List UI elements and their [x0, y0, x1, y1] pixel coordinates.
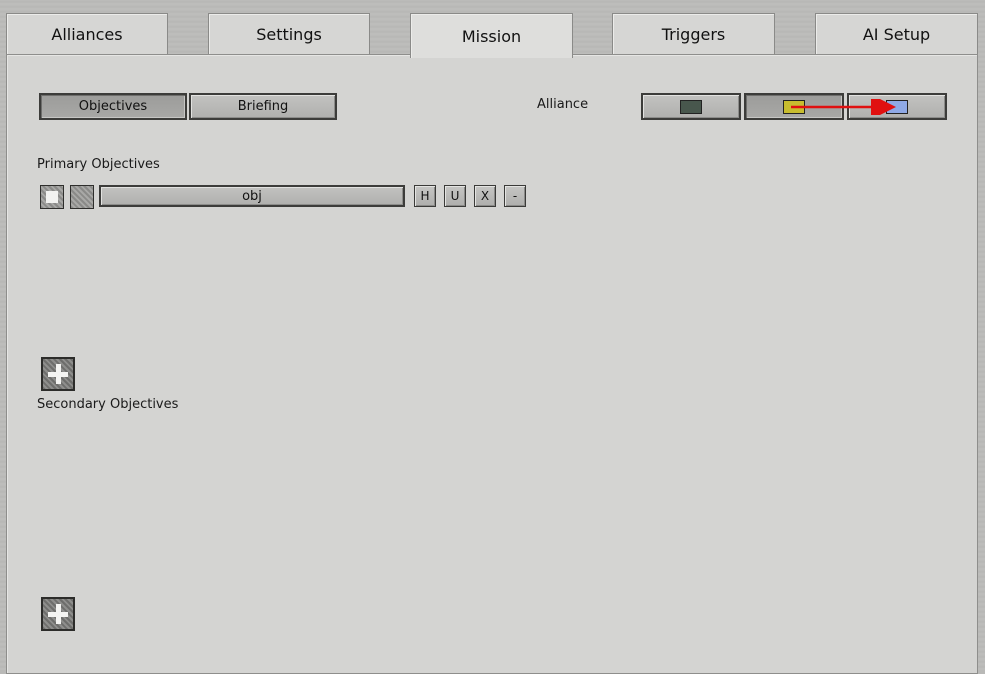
tab-label: Alliances — [51, 24, 123, 44]
tab-alliances[interactable]: Alliances — [6, 13, 168, 54]
alliance-label: Alliance — [537, 97, 589, 112]
tab-label: Mission — [461, 26, 522, 46]
tab-mission[interactable]: Mission — [410, 13, 573, 58]
objectives-subtab-button[interactable]: Objectives — [39, 93, 187, 120]
briefing-subtab-label: Briefing — [237, 99, 289, 114]
objective-state-toggle[interactable] — [70, 185, 94, 209]
u-label: U — [450, 189, 460, 203]
checkbox-mark — [46, 191, 58, 203]
tab-label: Triggers — [661, 24, 726, 44]
objective-text: obj — [242, 188, 262, 204]
briefing-subtab-button[interactable]: Briefing — [189, 93, 337, 120]
objective-remove-button[interactable]: - — [504, 185, 526, 207]
mission-panel: Objectives Briefing Alliance Primary Obj… — [6, 54, 978, 674]
minus-label: - — [512, 189, 518, 203]
objective-x-button[interactable]: X — [474, 185, 496, 207]
objectives-subtab-label: Objectives — [78, 99, 148, 114]
objective-checkbox[interactable] — [40, 185, 64, 209]
tab-label: AI Setup — [862, 24, 931, 44]
alliance-button-1[interactable] — [641, 93, 741, 120]
h-label: H — [420, 189, 430, 203]
add-primary-objective-button[interactable] — [41, 357, 75, 391]
tab-settings[interactable]: Settings — [208, 13, 370, 54]
alliance-swatch-1 — [680, 99, 702, 114]
x-label: X — [480, 189, 490, 203]
objective-text-field[interactable]: obj — [99, 185, 405, 207]
arrow-icon — [791, 99, 896, 115]
primary-objectives-heading: Primary Objectives — [37, 157, 160, 172]
secondary-objectives-heading: Secondary Objectives — [37, 397, 179, 412]
add-secondary-objective-button[interactable] — [41, 597, 75, 631]
objective-h-button[interactable]: H — [414, 185, 436, 207]
tab-triggers[interactable]: Triggers — [612, 13, 775, 54]
tab-ai-setup[interactable]: AI Setup — [815, 13, 978, 54]
tab-label: Settings — [256, 24, 322, 44]
objective-u-button[interactable]: U — [444, 185, 466, 207]
